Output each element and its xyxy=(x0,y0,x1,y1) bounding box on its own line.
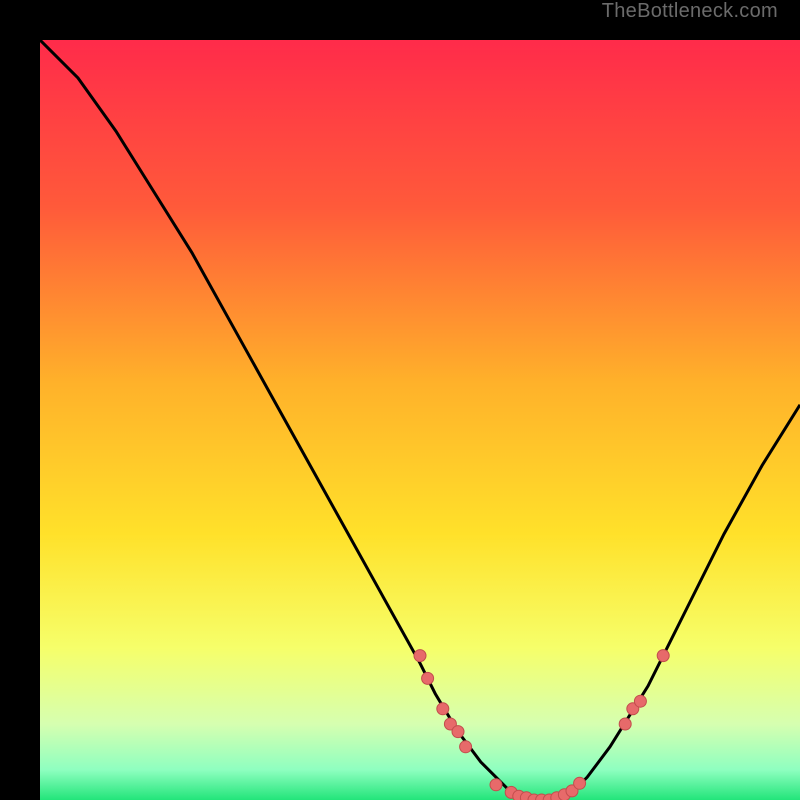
watermark-text: TheBottleneck.com xyxy=(602,0,778,23)
gradient-background xyxy=(40,40,800,800)
data-point xyxy=(422,672,434,684)
data-point xyxy=(490,779,502,791)
data-point xyxy=(437,703,449,715)
data-point xyxy=(574,777,586,789)
bottleneck-chart xyxy=(40,40,800,800)
data-point xyxy=(452,726,464,738)
data-point xyxy=(657,650,669,662)
data-point xyxy=(619,718,631,730)
chart-frame xyxy=(20,20,780,780)
data-point xyxy=(460,741,472,753)
data-point xyxy=(634,695,646,707)
data-point xyxy=(414,650,426,662)
